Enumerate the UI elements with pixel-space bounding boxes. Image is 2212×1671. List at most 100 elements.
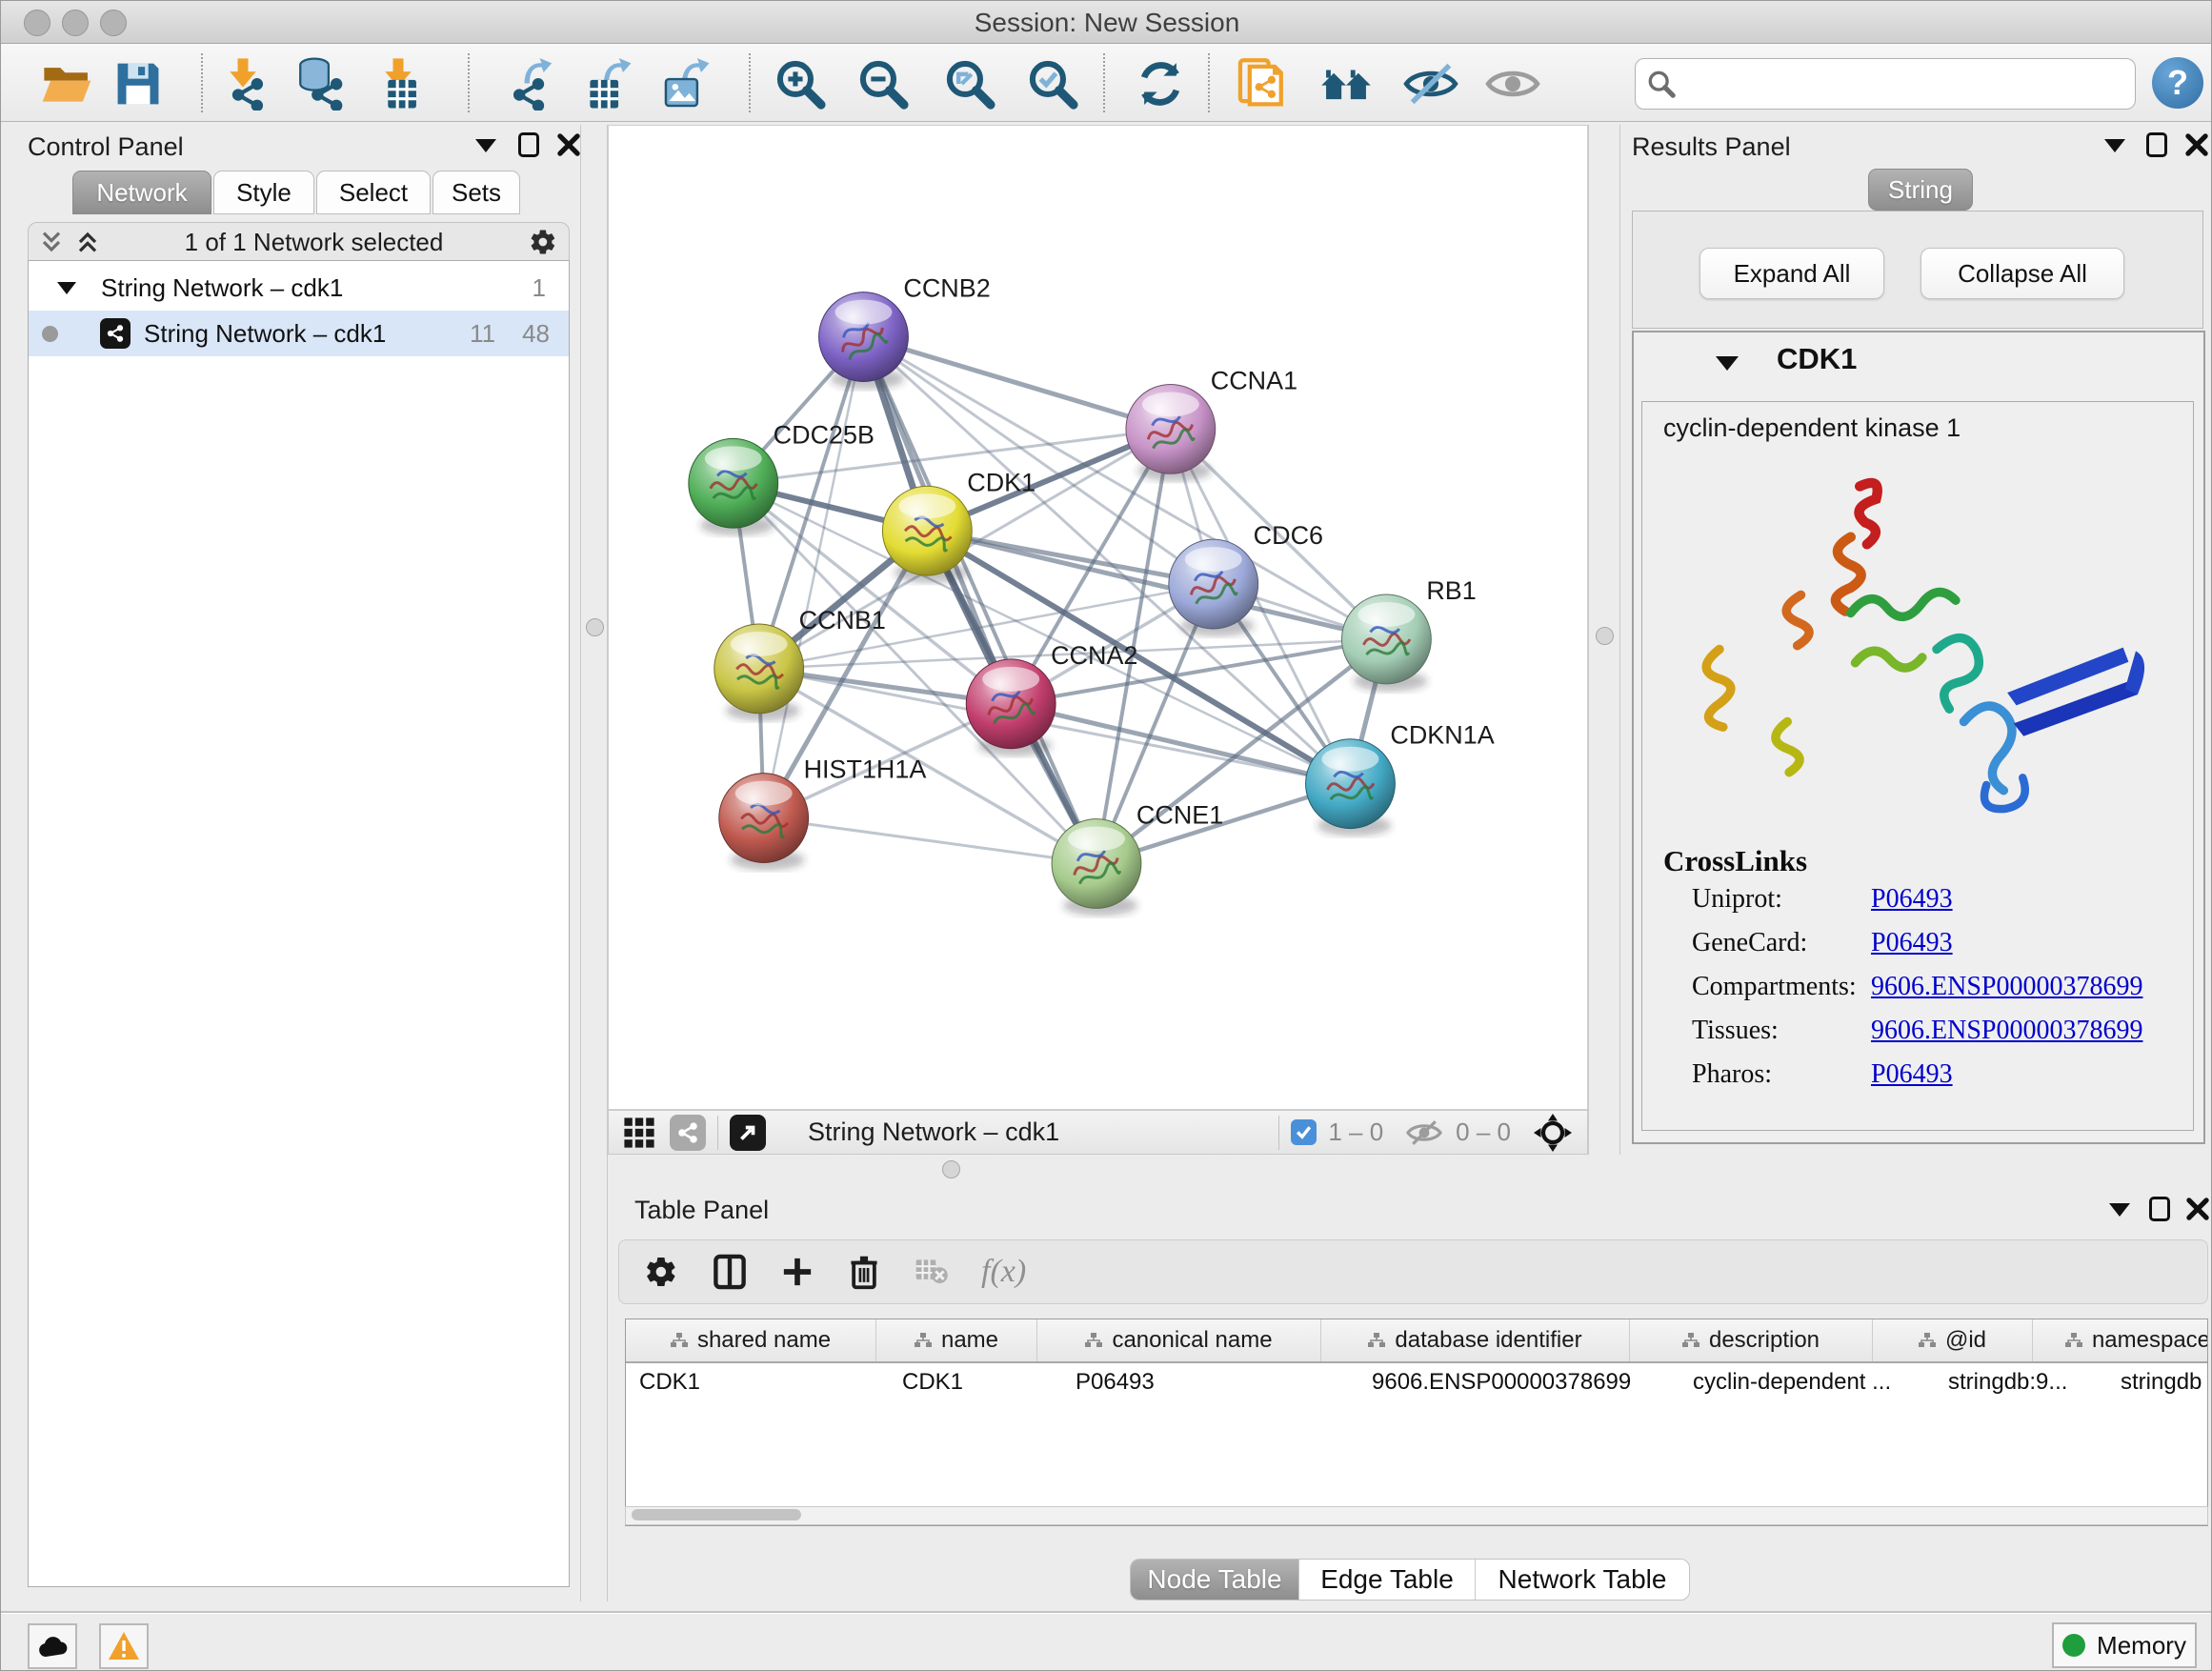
tab-string-results[interactable]: String: [1868, 169, 1973, 211]
table-options-gear-icon[interactable]: [644, 1255, 678, 1289]
help-button[interactable]: ?: [2152, 57, 2203, 109]
collapse-all-icon[interactable]: [40, 231, 63, 253]
edge-CCNB2-CCNA1[interactable]: [863, 337, 1170, 430]
protein-collapse-icon[interactable]: [1716, 356, 1739, 371]
maximize-panel-icon[interactable]: [2149, 1197, 2170, 1221]
table-cell[interactable]: stringdb: [2107, 1363, 2208, 1401]
tab-network-table[interactable]: Network Table: [1476, 1560, 1689, 1600]
edge-CCNA2-CDKN1A[interactable]: [1011, 704, 1350, 784]
search-box[interactable]: [1635, 58, 2136, 110]
export-image-icon[interactable]: [660, 56, 715, 111]
warning-status-button[interactable]: [99, 1623, 149, 1669]
zoom-in-icon[interactable]: [773, 56, 828, 111]
fit-selected-crosshair-icon[interactable]: [1534, 1114, 1572, 1152]
delete-column-trash-icon[interactable]: [848, 1254, 880, 1290]
crosslink-compartments-link[interactable]: 9606.ENSP00000378699: [1871, 972, 2142, 1002]
expand-all-icon[interactable]: [76, 231, 99, 253]
tab-network[interactable]: Network: [72, 171, 211, 214]
birds-eye-grid-icon[interactable]: [622, 1116, 656, 1150]
close-panel-icon[interactable]: [2184, 132, 2209, 157]
import-network-database-icon[interactable]: [292, 56, 347, 111]
node-RB1[interactable]: RB1: [1342, 576, 1477, 692]
import-table-icon[interactable]: [371, 56, 426, 111]
float-panel-icon[interactable]: [2104, 139, 2125, 152]
apply-layout-icon[interactable]: [1133, 56, 1188, 111]
table-cell[interactable]: cyclin-dependent ...: [1679, 1363, 1935, 1401]
scrollbar-thumb[interactable]: [632, 1509, 801, 1520]
table-cell[interactable]: P06493: [1062, 1363, 1358, 1401]
float-panel-icon[interactable]: [2109, 1203, 2130, 1217]
tab-style[interactable]: Style: [213, 171, 314, 214]
home-networks-icon[interactable]: [1318, 56, 1374, 111]
collection-expand-icon[interactable]: [57, 282, 76, 294]
tab-node-table[interactable]: Node Table: [1131, 1560, 1299, 1600]
save-session-icon[interactable]: [111, 56, 166, 111]
edge-CCNB2-HIST1H1A[interactable]: [764, 337, 864, 818]
search-input[interactable]: [1685, 69, 2123, 100]
table-cell[interactable]: 9606.ENSP00000378699: [1358, 1363, 1679, 1401]
cloud-status-button[interactable]: [28, 1623, 77, 1669]
left-splitter-handle[interactable]: [586, 618, 604, 636]
network-canvas[interactable]: CCNB2CCNA1CDC25BCDK1CDC6RB1CCNB1CCNA2CDK…: [608, 125, 1588, 1110]
crosslink-pharos-link[interactable]: P06493: [1871, 1059, 1953, 1090]
left-splitter[interactable]: [580, 125, 608, 1601]
create-column-plus-icon[interactable]: [781, 1256, 814, 1288]
open-session-icon[interactable]: [39, 56, 94, 111]
show-all-eye-icon[interactable]: [1485, 56, 1540, 111]
string-view-chip-icon[interactable]: [670, 1115, 706, 1151]
expand-all-button[interactable]: Expand All: [1699, 248, 1884, 299]
export-network-icon[interactable]: [506, 56, 561, 111]
import-network-file-icon[interactable]: [215, 56, 271, 111]
network-row[interactable]: String Network – cdk1 11 48: [29, 311, 569, 356]
node-CDK1[interactable]: CDK1: [882, 468, 1036, 583]
column-header-5[interactable]: @id: [1873, 1319, 2033, 1361]
tab-edge-table[interactable]: Edge Table: [1299, 1560, 1476, 1600]
column-header-3[interactable]: database identifier: [1321, 1319, 1630, 1361]
zoom-selected-icon[interactable]: [1025, 56, 1080, 111]
network-graph[interactable]: CCNB2CCNA1CDC25BCDK1CDC6RB1CCNB1CCNA2CDK…: [609, 126, 1587, 1109]
table-row[interactable]: CDK1CDK1P064939606.ENSP00000378699cyclin…: [626, 1363, 2208, 1401]
zoom-out-icon[interactable]: [855, 56, 911, 111]
crosslink-genecard-link[interactable]: P06493: [1871, 928, 1953, 958]
column-header-1[interactable]: name: [876, 1319, 1037, 1361]
node-HIST1H1A[interactable]: HIST1H1A: [719, 755, 927, 871]
network-options-gear-icon[interactable]: [529, 228, 557, 256]
tab-sets[interactable]: Sets: [432, 171, 520, 214]
table-cell[interactable]: CDK1: [626, 1363, 889, 1401]
column-header-6[interactable]: namespace: [2033, 1319, 2208, 1361]
edge-CCNB2-CCNE1[interactable]: [863, 337, 1096, 864]
table-cell[interactable]: CDK1: [889, 1363, 1062, 1401]
node-CDKN1A[interactable]: CDKN1A: [1306, 721, 1495, 836]
open-in-window-icon[interactable]: [730, 1115, 766, 1151]
close-panel-icon[interactable]: [2185, 1197, 2210, 1221]
column-header-2[interactable]: canonical name: [1037, 1319, 1321, 1361]
selected-checkbox-icon[interactable]: [1291, 1119, 1317, 1145]
node-CCNA1[interactable]: CCNA1: [1126, 366, 1297, 481]
close-panel-icon[interactable]: [556, 132, 581, 157]
network-collection-row[interactable]: String Network – cdk1 1: [29, 265, 569, 311]
edge-CCNB2-RB1[interactable]: [863, 337, 1386, 639]
string-document-icon[interactable]: [1235, 56, 1290, 111]
column-header-4[interactable]: description: [1630, 1319, 1873, 1361]
maximize-panel-icon[interactable]: [518, 132, 539, 157]
float-panel-icon[interactable]: [475, 139, 496, 152]
table-horizontal-scrollbar[interactable]: [625, 1506, 2208, 1525]
right-splitter-handle[interactable]: [1596, 627, 1614, 645]
edge-HIST1H1A-CCNE1[interactable]: [764, 818, 1096, 864]
hide-unselected-eye-icon[interactable]: [1403, 56, 1458, 111]
memory-button[interactable]: Memory: [2052, 1622, 2197, 1668]
crosslink-uniprot-link[interactable]: P06493: [1871, 884, 1953, 915]
tab-select[interactable]: Select: [316, 171, 431, 214]
right-splitter[interactable]: [1588, 125, 1620, 1184]
node-CCNB2[interactable]: CCNB2: [819, 274, 991, 390]
hidden-eye-icon[interactable]: [1404, 1117, 1444, 1148]
export-table-icon[interactable]: [582, 56, 637, 111]
collapse-all-button[interactable]: Collapse All: [1920, 248, 2124, 299]
maximize-panel-icon[interactable]: [2146, 132, 2167, 157]
show-columns-icon[interactable]: [713, 1254, 747, 1290]
zoom-fit-icon[interactable]: [942, 56, 997, 111]
table-cell[interactable]: stringdb:9...: [1935, 1363, 2107, 1401]
horizontal-splitter-handle[interactable]: [942, 1160, 960, 1178]
column-header-0[interactable]: shared name: [626, 1319, 876, 1361]
crosslink-tissues-link[interactable]: 9606.ENSP00000378699: [1871, 1016, 2142, 1046]
